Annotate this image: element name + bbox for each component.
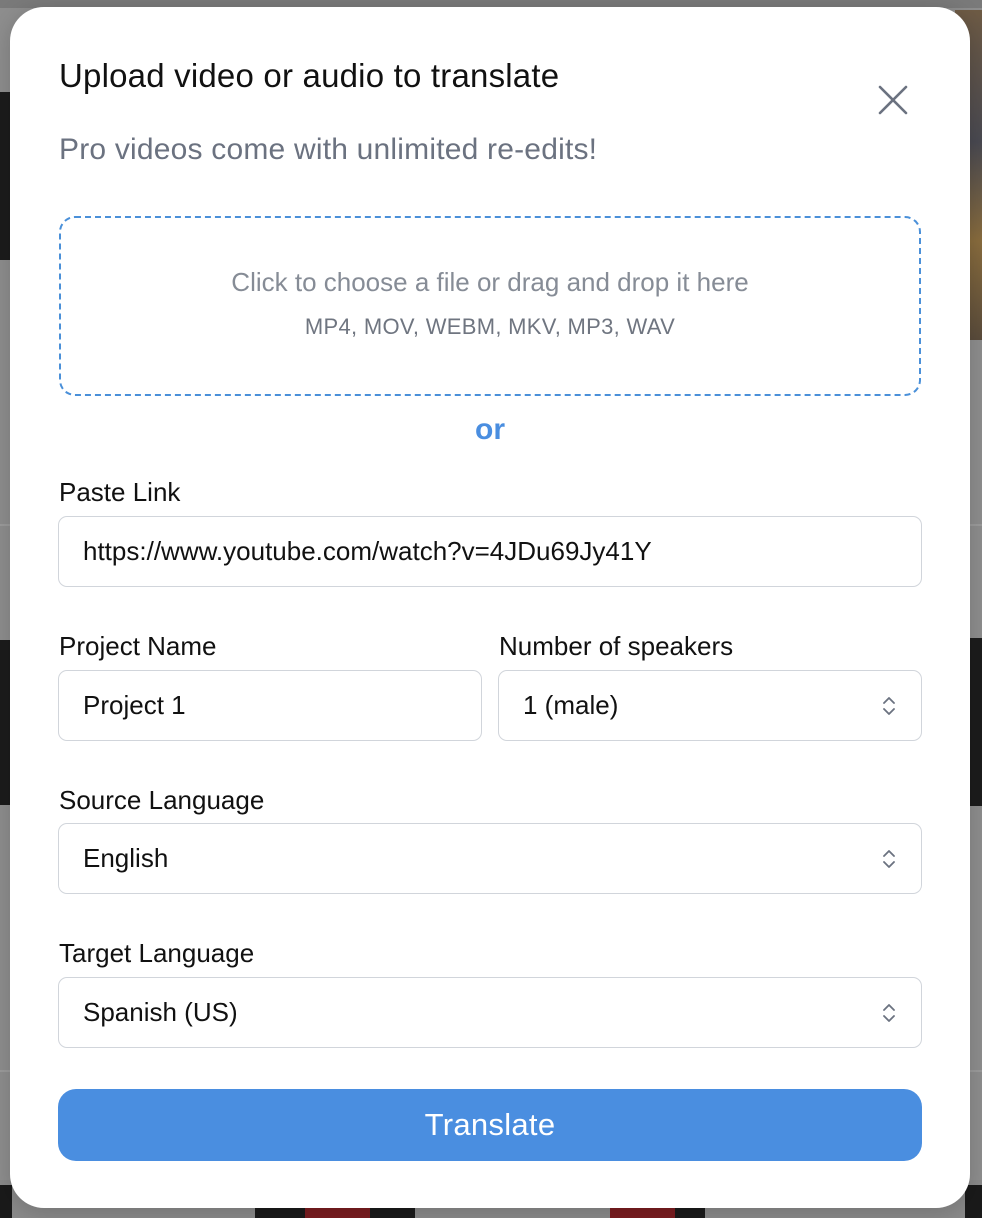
chevron-up-down-icon [883, 1003, 895, 1022]
speakers-label: Number of speakers [499, 631, 734, 661]
file-dropzone[interactable]: Click to choose a file or drag and drop … [59, 216, 921, 396]
dropzone-formats: MP4, MOV, WEBM, MKV, MP3, WAV [304, 313, 676, 339]
modal-title: Upload video or audio to translate [59, 57, 560, 94]
background-thumbnail [0, 92, 10, 260]
dropzone-prompt: Click to choose a file or drag and drop … [231, 266, 749, 297]
paste-link-field[interactable] [58, 516, 922, 587]
translate-button[interactable]: Translate [58, 1089, 922, 1161]
background-thumbnail [965, 1185, 982, 1218]
background-thumbnail [0, 640, 10, 805]
source-language-select[interactable]: English [58, 823, 922, 894]
target-language-selected-value: Spanish (US) [83, 997, 238, 1027]
chevron-up-down-icon [883, 696, 895, 715]
target-language-label: Target Language [59, 938, 255, 968]
source-language-selected-value: English [83, 843, 169, 873]
source-language-label: Source Language [59, 785, 265, 815]
target-language-select[interactable]: Spanish (US) [58, 977, 922, 1048]
speakers-selected-value: 1 (male) [523, 690, 619, 720]
close-icon [878, 85, 908, 115]
background-thumbnail [968, 638, 982, 806]
project-name-field[interactable] [58, 670, 482, 741]
project-name-label: Project Name [59, 631, 217, 661]
speakers-select[interactable]: 1 (male) [498, 670, 922, 741]
or-divider: or [475, 413, 505, 446]
paste-link-label: Paste Link [59, 477, 181, 507]
upload-modal: Upload video or audio to translate Pro v… [10, 7, 970, 1208]
paste-link-input[interactable] [83, 536, 897, 567]
modal-subtitle: Pro videos come with unlimited re-edits! [59, 133, 598, 166]
close-button[interactable] [872, 79, 914, 121]
chevron-up-down-icon [883, 849, 895, 868]
background-thumbnail [0, 1185, 12, 1218]
project-name-input[interactable] [83, 690, 457, 721]
